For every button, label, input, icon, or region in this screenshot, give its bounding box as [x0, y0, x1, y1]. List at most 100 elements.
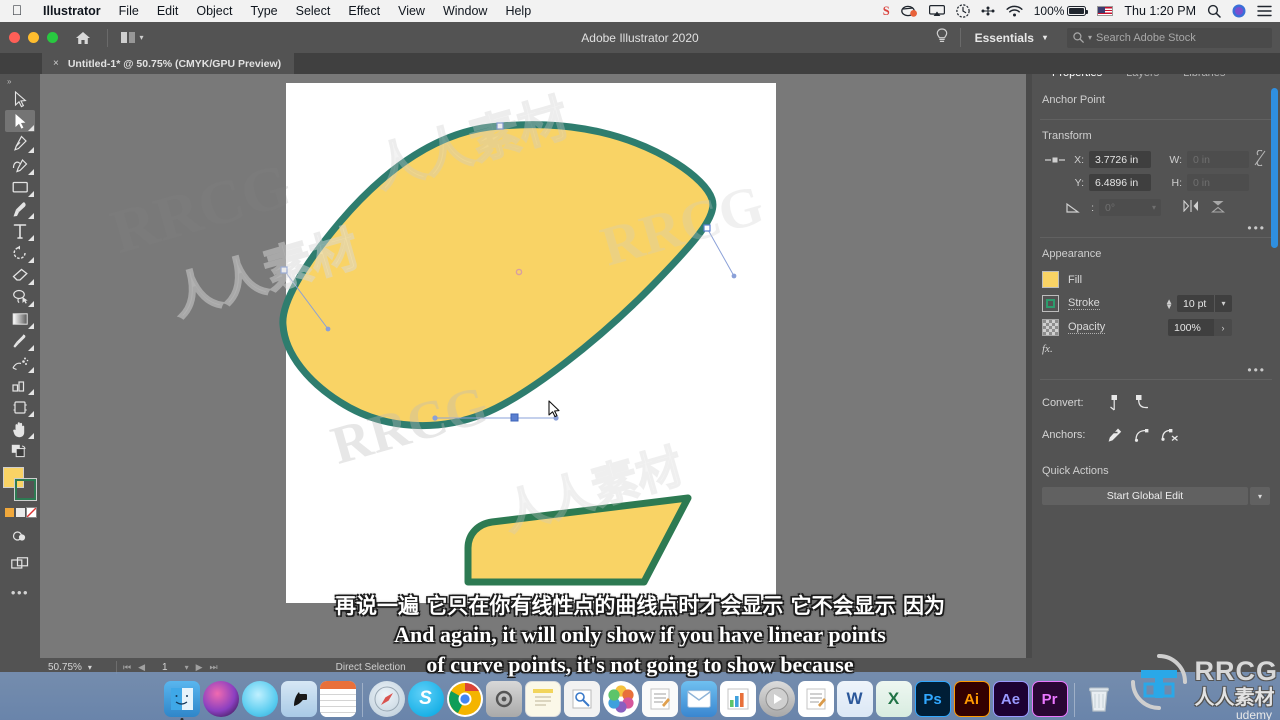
direct-selection-tool[interactable]: [5, 110, 35, 132]
statusbar-menu-arrow[interactable]: ▶: [464, 663, 470, 672]
search-help-icon[interactable]: [924, 28, 960, 47]
dock-item-system-preferences[interactable]: [485, 681, 522, 717]
quad-shape[interactable]: [464, 494, 692, 586]
chevron-down-icon[interactable]: ▾: [1214, 295, 1232, 312]
artboard-tool[interactable]: [5, 396, 35, 418]
color-swatch-icon[interactable]: [4, 508, 14, 517]
apple-menu-icon[interactable]: : [0, 2, 34, 20]
dock-item-chrome[interactable]: [446, 681, 483, 717]
airplay-icon[interactable]: [928, 5, 945, 17]
appearance-more-icon[interactable]: •••: [1032, 363, 1280, 377]
close-window-button[interactable]: [9, 32, 20, 43]
dock-item-skype[interactable]: S: [407, 681, 444, 717]
reference-point-icon[interactable]: [1042, 155, 1068, 165]
draw-mode-icon[interactable]: [5, 525, 35, 547]
dock-item-excel[interactable]: X: [875, 681, 912, 717]
document-tab[interactable]: × Untitled-1* @ 50.75% (CMYK/GPU Preview…: [42, 53, 295, 74]
default-fill-stroke-icon[interactable]: [5, 440, 35, 462]
menu-item-effect[interactable]: Effect: [339, 0, 389, 22]
dock-item-quicktime[interactable]: [758, 681, 795, 717]
workspace-switcher[interactable]: Essentials ▾: [961, 31, 1057, 45]
artboard-navigation[interactable]: ⏮ ◀ 1 ▾ ▶ ⏭: [123, 662, 218, 673]
dock-item-numbers[interactable]: [719, 681, 756, 717]
dock-item-preview[interactable]: [563, 681, 600, 717]
us-flag-icon[interactable]: [1097, 6, 1114, 16]
last-artboard-button[interactable]: ⏭: [210, 662, 218, 673]
stroke-swatch[interactable]: [14, 478, 37, 501]
fill-stroke-swatches[interactable]: [3, 467, 37, 501]
menu-item-edit[interactable]: Edit: [148, 0, 188, 22]
snagit-icon[interactable]: S: [883, 0, 890, 22]
y-input[interactable]: 6.4896 in: [1089, 174, 1151, 191]
transform-more-icon[interactable]: •••: [1032, 221, 1280, 235]
chevron-down-icon[interactable]: ▾: [88, 663, 92, 672]
home-icon[interactable]: [75, 31, 91, 45]
eyedropper-tool[interactable]: [5, 330, 35, 352]
toolbar-more-icon[interactable]: •••: [11, 585, 29, 600]
menu-item-file[interactable]: File: [110, 0, 148, 22]
search-adobe-stock-input[interactable]: ▾ Search Adobe Stock: [1067, 27, 1272, 48]
spotlight-search-icon[interactable]: [1207, 4, 1221, 18]
dock-item-trash[interactable]: [1081, 681, 1117, 717]
dock-item-siri[interactable]: [202, 681, 239, 717]
eraser-tool[interactable]: [5, 264, 35, 286]
bluetooth-share-icon[interactable]: [981, 6, 995, 16]
column-graph-tool[interactable]: [5, 374, 35, 396]
menu-item-type[interactable]: Type: [242, 0, 287, 22]
battery-indicator[interactable]: 100%: [1034, 0, 1089, 22]
flip-horizontal-icon[interactable]: [1183, 199, 1199, 216]
siri-icon[interactable]: [1232, 4, 1246, 18]
current-tool-label[interactable]: Direct Selection: [336, 662, 406, 673]
dock-item-mail[interactable]: [680, 681, 717, 717]
opacity-input[interactable]: 100%: [1168, 319, 1214, 336]
lasso-tool[interactable]: [5, 286, 35, 308]
pen-tool[interactable]: [5, 132, 35, 154]
selection-tool[interactable]: [5, 88, 35, 110]
w-input[interactable]: 0 in: [1187, 151, 1249, 168]
minimize-window-button[interactable]: [28, 32, 39, 43]
dock-item-photos[interactable]: [602, 681, 639, 717]
arrange-documents-button[interactable]: ▾: [121, 32, 144, 43]
time-machine-icon[interactable]: [956, 4, 970, 18]
start-global-edit-button[interactable]: Start Global Edit: [1042, 487, 1248, 505]
next-artboard-button[interactable]: ▶: [196, 662, 203, 673]
artboard-number-input[interactable]: 1: [152, 662, 178, 673]
gradient-tool[interactable]: [5, 308, 35, 330]
dock-item-ibooks[interactable]: [280, 681, 317, 717]
x-input[interactable]: 3.7726 in: [1089, 151, 1151, 168]
dock-item-finder[interactable]: [163, 681, 200, 720]
show-handles-icon[interactable]: [1128, 427, 1156, 443]
dock-item-pages[interactable]: [797, 681, 834, 717]
fx-button[interactable]: fx.: [1032, 336, 1280, 355]
wifi-icon[interactable]: [1006, 5, 1023, 17]
stroke-weight-input[interactable]: 10 pt: [1177, 295, 1214, 312]
convert-to-smooth-icon[interactable]: [1128, 394, 1156, 411]
remove-anchor-pen-icon[interactable]: [1100, 427, 1128, 443]
chevron-down-icon[interactable]: ▾: [1152, 203, 1156, 212]
global-edit-options-button[interactable]: ▾: [1250, 487, 1270, 505]
toolbar-expand-handle[interactable]: »: [0, 74, 40, 88]
convert-to-corner-icon[interactable]: [1100, 394, 1128, 411]
gradient-swatch-icon[interactable]: [15, 508, 25, 517]
zoom-level-control[interactable]: 50.75% ▾: [40, 662, 110, 673]
dock-item-calendar[interactable]: [319, 681, 356, 717]
symbol-sprayer-tool[interactable]: [5, 352, 35, 374]
maximize-window-button[interactable]: [47, 32, 58, 43]
control-center-icon[interactable]: [1257, 5, 1272, 17]
dock-item-illustrator[interactable]: Ai: [953, 681, 990, 717]
dropbox-icon[interactable]: [900, 5, 918, 18]
stepper-icon[interactable]: ▲ ▼: [1165, 297, 1173, 310]
curvature-tool[interactable]: [5, 154, 35, 176]
opacity-label[interactable]: Opacity: [1068, 321, 1106, 334]
angle-input[interactable]: 0° ▾: [1099, 199, 1161, 216]
stroke-label[interactable]: Stroke: [1068, 297, 1100, 310]
paintbrush-tool[interactable]: [5, 198, 35, 220]
first-artboard-button[interactable]: ⏮: [123, 662, 131, 673]
link-dimensions-icon[interactable]: [1254, 149, 1266, 169]
dock-item-notes[interactable]: [524, 681, 561, 717]
flip-vertical-icon[interactable]: [1210, 200, 1226, 216]
dock-item-textedit[interactable]: [641, 681, 678, 717]
menu-item-window[interactable]: Window: [434, 0, 496, 22]
stroke-weight-control[interactable]: ▲ ▼ 10 pt ▾: [1165, 295, 1232, 312]
menu-item-select[interactable]: Select: [287, 0, 340, 22]
